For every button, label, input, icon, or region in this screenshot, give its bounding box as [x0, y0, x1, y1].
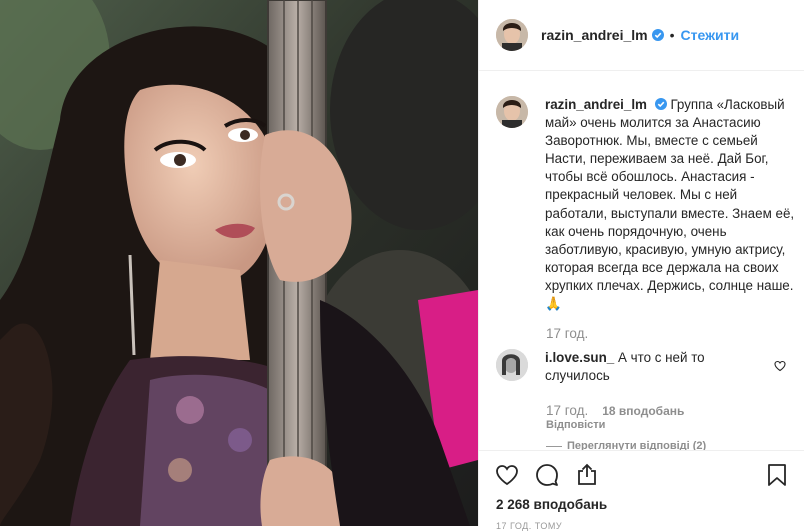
separator-dot: •	[669, 27, 675, 43]
likes-count[interactable]: 2 268 вподобань	[496, 497, 607, 512]
caption-text: Группа «Ласковый май» очень молится за А…	[545, 97, 795, 312]
caption-username[interactable]: razin_andrei_lm	[545, 97, 647, 112]
post-photo[interactable]	[0, 0, 478, 526]
commenter-avatar[interactable]	[496, 349, 528, 381]
instagram-post: razin_andrei_lm • Стежити razin_andrei_l…	[0, 0, 804, 531]
commenter-username[interactable]: i.love.sun_	[545, 350, 614, 365]
post-caption: razin_andrei_lm Группа «Ласковый май» оч…	[496, 96, 796, 313]
caption-timestamp[interactable]: 17 год.	[546, 326, 588, 341]
author-avatar[interactable]	[496, 19, 528, 51]
reply-button[interactable]: Відповісти	[546, 419, 605, 431]
view-replies-line	[546, 446, 562, 447]
portrait-image	[0, 0, 478, 526]
comment-likes[interactable]: 18 вподобань	[602, 404, 684, 418]
comment-meta: 17 год. 18 вподобань	[546, 403, 684, 418]
author-username[interactable]: razin_andrei_lm	[541, 27, 648, 43]
bookmark-icon[interactable]	[765, 463, 789, 487]
verified-badge-icon	[651, 29, 664, 41]
comment-heart-icon[interactable]	[774, 360, 786, 372]
view-replies-button[interactable]: Переглянути відповіді (2)	[567, 440, 706, 450]
post-actions: 2 268 вподобань 17 ГОД. ТОМУ	[479, 450, 804, 531]
comments-section[interactable]: razin_andrei_lm Группа «Ласковый май» оч…	[479, 72, 804, 450]
post-date[interactable]: 17 ГОД. ТОМУ	[496, 521, 562, 531]
comment-text-block: i.love.sun_ А что с ней то случилось	[545, 349, 773, 385]
follow-button[interactable]: Стежити	[681, 27, 740, 43]
comment-icon[interactable]	[535, 463, 559, 487]
caption-text-block: razin_andrei_lm Группа «Ласковый май» оч…	[545, 96, 796, 313]
comment-timestamp[interactable]: 17 год.	[546, 403, 588, 418]
caption-author-avatar[interactable]	[496, 96, 528, 128]
heart-icon[interactable]	[495, 463, 519, 487]
verified-badge-icon	[654, 98, 667, 110]
share-icon[interactable]	[575, 463, 599, 487]
post-side-panel: razin_andrei_lm • Стежити razin_andrei_l…	[478, 0, 804, 531]
post-header: razin_andrei_lm • Стежити	[479, 0, 804, 71]
comment-item: i.love.sun_ А что с ней то случилось	[496, 349, 796, 385]
